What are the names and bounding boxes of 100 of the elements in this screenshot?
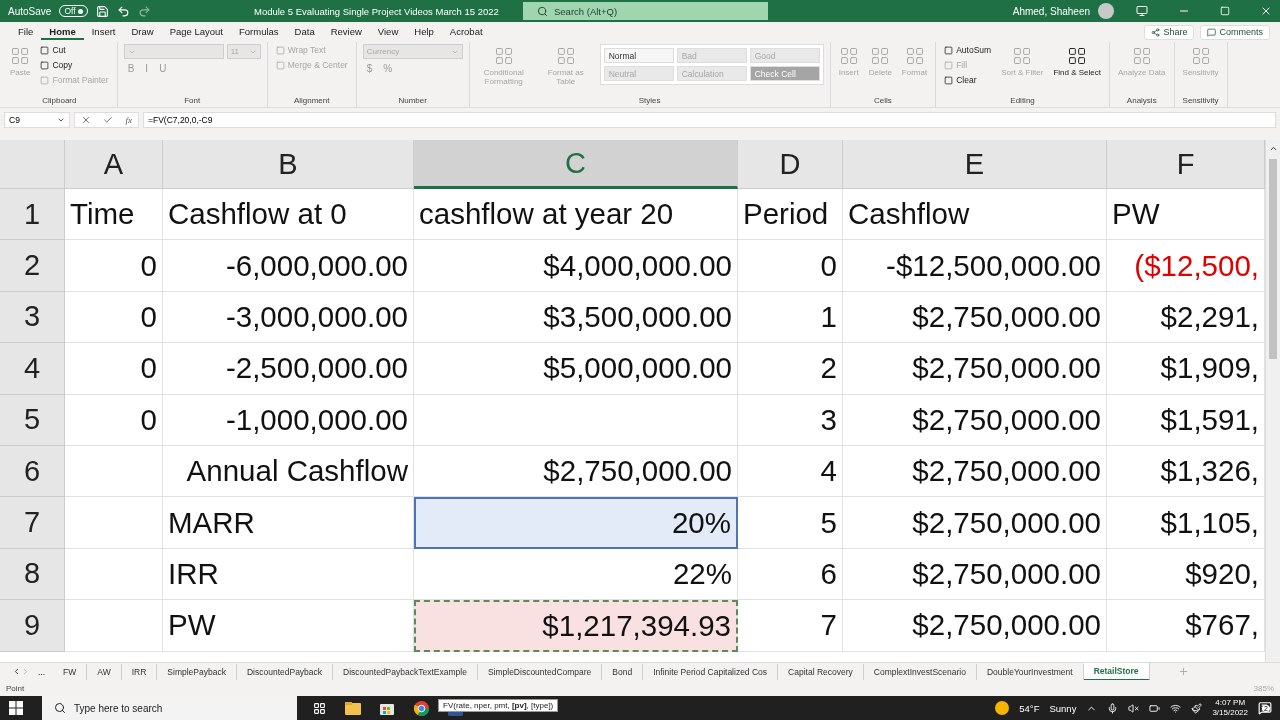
sheet-tab[interactable]: DiscountedPayback xyxy=(236,663,334,680)
sheet-tab[interactable]: SimpleDiscountedCompare xyxy=(477,663,603,680)
share-button[interactable]: Share xyxy=(1144,24,1195,40)
ribbon-tab[interactable]: Home xyxy=(41,24,84,40)
microphone-icon[interactable] xyxy=(1107,702,1119,714)
check-icon[interactable] xyxy=(103,115,114,125)
ribbon-button[interactable]: Copy xyxy=(38,59,75,71)
sheet-tab[interactable]: ComplextInvestScenario xyxy=(863,663,977,680)
redo-icon[interactable] xyxy=(137,4,151,18)
table-cell: 1 xyxy=(738,291,843,344)
wifi-icon[interactable] xyxy=(1170,702,1182,714)
more-sheets[interactable]: ... xyxy=(30,666,54,677)
autosave-label: AutoSave xyxy=(8,5,52,17)
table-cell: -6,000,000.00 xyxy=(163,240,414,292)
ribbon-tab[interactable]: Data xyxy=(286,24,323,40)
column-header[interactable]: D xyxy=(738,140,843,189)
column-header[interactable]: F xyxy=(1107,140,1265,189)
comments-button[interactable]: Comments xyxy=(1200,24,1270,40)
folder-icon[interactable] xyxy=(345,701,361,715)
task-view-icon[interactable] xyxy=(312,701,326,715)
browser-icon[interactable] xyxy=(413,700,429,716)
row-header[interactable]: 4 xyxy=(0,343,65,395)
row-header[interactable]: 7 xyxy=(0,497,65,549)
row-header[interactable]: 2 xyxy=(0,240,65,292)
store-bag-icon[interactable] xyxy=(380,701,394,715)
sheet-tab[interactable]: IRR xyxy=(121,663,158,680)
table-cell: $2,750,000.00 xyxy=(843,497,1107,549)
undo-icon[interactable] xyxy=(116,4,130,18)
ribbon-tab[interactable]: File xyxy=(10,24,42,40)
battery-icon[interactable] xyxy=(1149,702,1161,714)
table-cell: 5 xyxy=(738,497,843,549)
ribbon-tab[interactable]: Help xyxy=(406,24,442,40)
grid-icon xyxy=(555,46,576,66)
sheet-tab[interactable]: FW xyxy=(53,663,88,680)
ribbon-tab[interactable]: Review xyxy=(322,24,370,40)
search-field[interactable]: Search (Alt+Q) xyxy=(523,2,768,20)
sheet-tab[interactable]: Bond xyxy=(602,663,644,680)
square-icon xyxy=(944,60,954,70)
row-header[interactable]: 8 xyxy=(0,548,65,601)
column-header[interactable]: A xyxy=(65,140,163,189)
sheet-tab[interactable]: AW xyxy=(87,663,122,680)
vertical-scrollbar[interactable] xyxy=(1265,140,1280,662)
grid-icon xyxy=(1190,46,1211,66)
ribbon-button[interactable]: Clear xyxy=(942,74,979,86)
sheet-tab[interactable]: SimplePayback xyxy=(157,663,237,680)
group-label: Cells xyxy=(874,96,892,107)
formula-field[interactable]: =FV(C7,20,0,-C9 xyxy=(143,112,1276,128)
close-icon[interactable] xyxy=(1260,5,1272,17)
user-name: Ahmed, Shaheen xyxy=(1012,5,1090,17)
sheet-tab[interactable]: Capital Recovery xyxy=(778,663,864,680)
sheet-tab[interactable]: DiscountedPaybackTextExample xyxy=(333,663,478,680)
ribbon-button[interactable]: AutoSum xyxy=(942,44,994,56)
taskbar-search-field[interactable]: Type here to search xyxy=(42,696,297,720)
square-icon xyxy=(944,75,954,85)
table-cell: -1,000,000.00 xyxy=(163,394,414,446)
row-header[interactable]: 9 xyxy=(0,600,65,652)
insert-function-button[interactable]: fx xyxy=(125,115,132,125)
scroll-up-icon[interactable] xyxy=(1268,144,1278,153)
group-label: Editing xyxy=(1010,96,1035,107)
windows-logo-icon[interactable] xyxy=(9,701,23,715)
table-cell: $5,000,000.00 xyxy=(414,343,738,395)
ribbon-tab[interactable]: View xyxy=(369,24,407,40)
table-cell: $1,591, xyxy=(1107,394,1265,446)
row-header[interactable]: 1 xyxy=(0,189,65,241)
sheet-tab[interactable]: DoubleYourInvestment xyxy=(976,663,1084,680)
ribbon-tab[interactable]: Draw xyxy=(123,24,162,40)
table-cell: 20% xyxy=(414,497,738,549)
sheet-tab[interactable]: RetailStore xyxy=(1083,662,1150,681)
save-icon[interactable] xyxy=(95,4,109,18)
name-box[interactable]: C9 xyxy=(4,112,70,128)
cell-style[interactable]: Normal xyxy=(603,48,674,63)
row-header[interactable]: 3 xyxy=(0,291,65,344)
row-header[interactable]: 6 xyxy=(0,445,65,498)
table-cell: $2,750,000.00 xyxy=(843,445,1107,498)
ribbon-tab[interactable]: Insert xyxy=(83,24,124,40)
comment-icon xyxy=(1207,27,1217,37)
grid-icon xyxy=(1067,46,1088,66)
ribbon-tab[interactable]: Formulas xyxy=(231,24,287,40)
grid-icon xyxy=(870,46,891,66)
table-cell: $2,750,000.00 xyxy=(843,394,1107,446)
table-cell: cashflow at year 20 xyxy=(414,189,738,241)
ribbon-tab[interactable]: Acrobat xyxy=(441,24,491,40)
muted-speaker-icon[interactable] xyxy=(1128,702,1140,714)
ribbon-button[interactable]: Cut xyxy=(38,44,68,56)
row-header[interactable]: 5 xyxy=(0,394,65,446)
sheet-tab[interactable]: Infinite Period Capitalized Cos xyxy=(643,663,779,680)
table-cell: 2 xyxy=(738,343,843,395)
ribbon-button[interactable]: Find & Select xyxy=(1051,44,1103,80)
column-header[interactable]: E xyxy=(843,140,1107,189)
column-header[interactable]: C xyxy=(414,140,738,189)
maximize-icon[interactable] xyxy=(1220,6,1230,16)
cancel-icon[interactable] xyxy=(81,115,92,125)
scroll-thumb[interactable] xyxy=(1269,159,1277,359)
table-cell: $2,750,000.00 xyxy=(843,548,1107,601)
table-cell: Time xyxy=(65,189,163,241)
ribbon-tab[interactable]: Page Layout xyxy=(161,24,231,40)
display-icon[interactable] xyxy=(1136,5,1148,17)
column-header[interactable]: B xyxy=(163,140,414,189)
previous-sheet-icon[interactable] xyxy=(12,667,21,676)
table-cell: $4,000,000.00 xyxy=(414,240,738,292)
